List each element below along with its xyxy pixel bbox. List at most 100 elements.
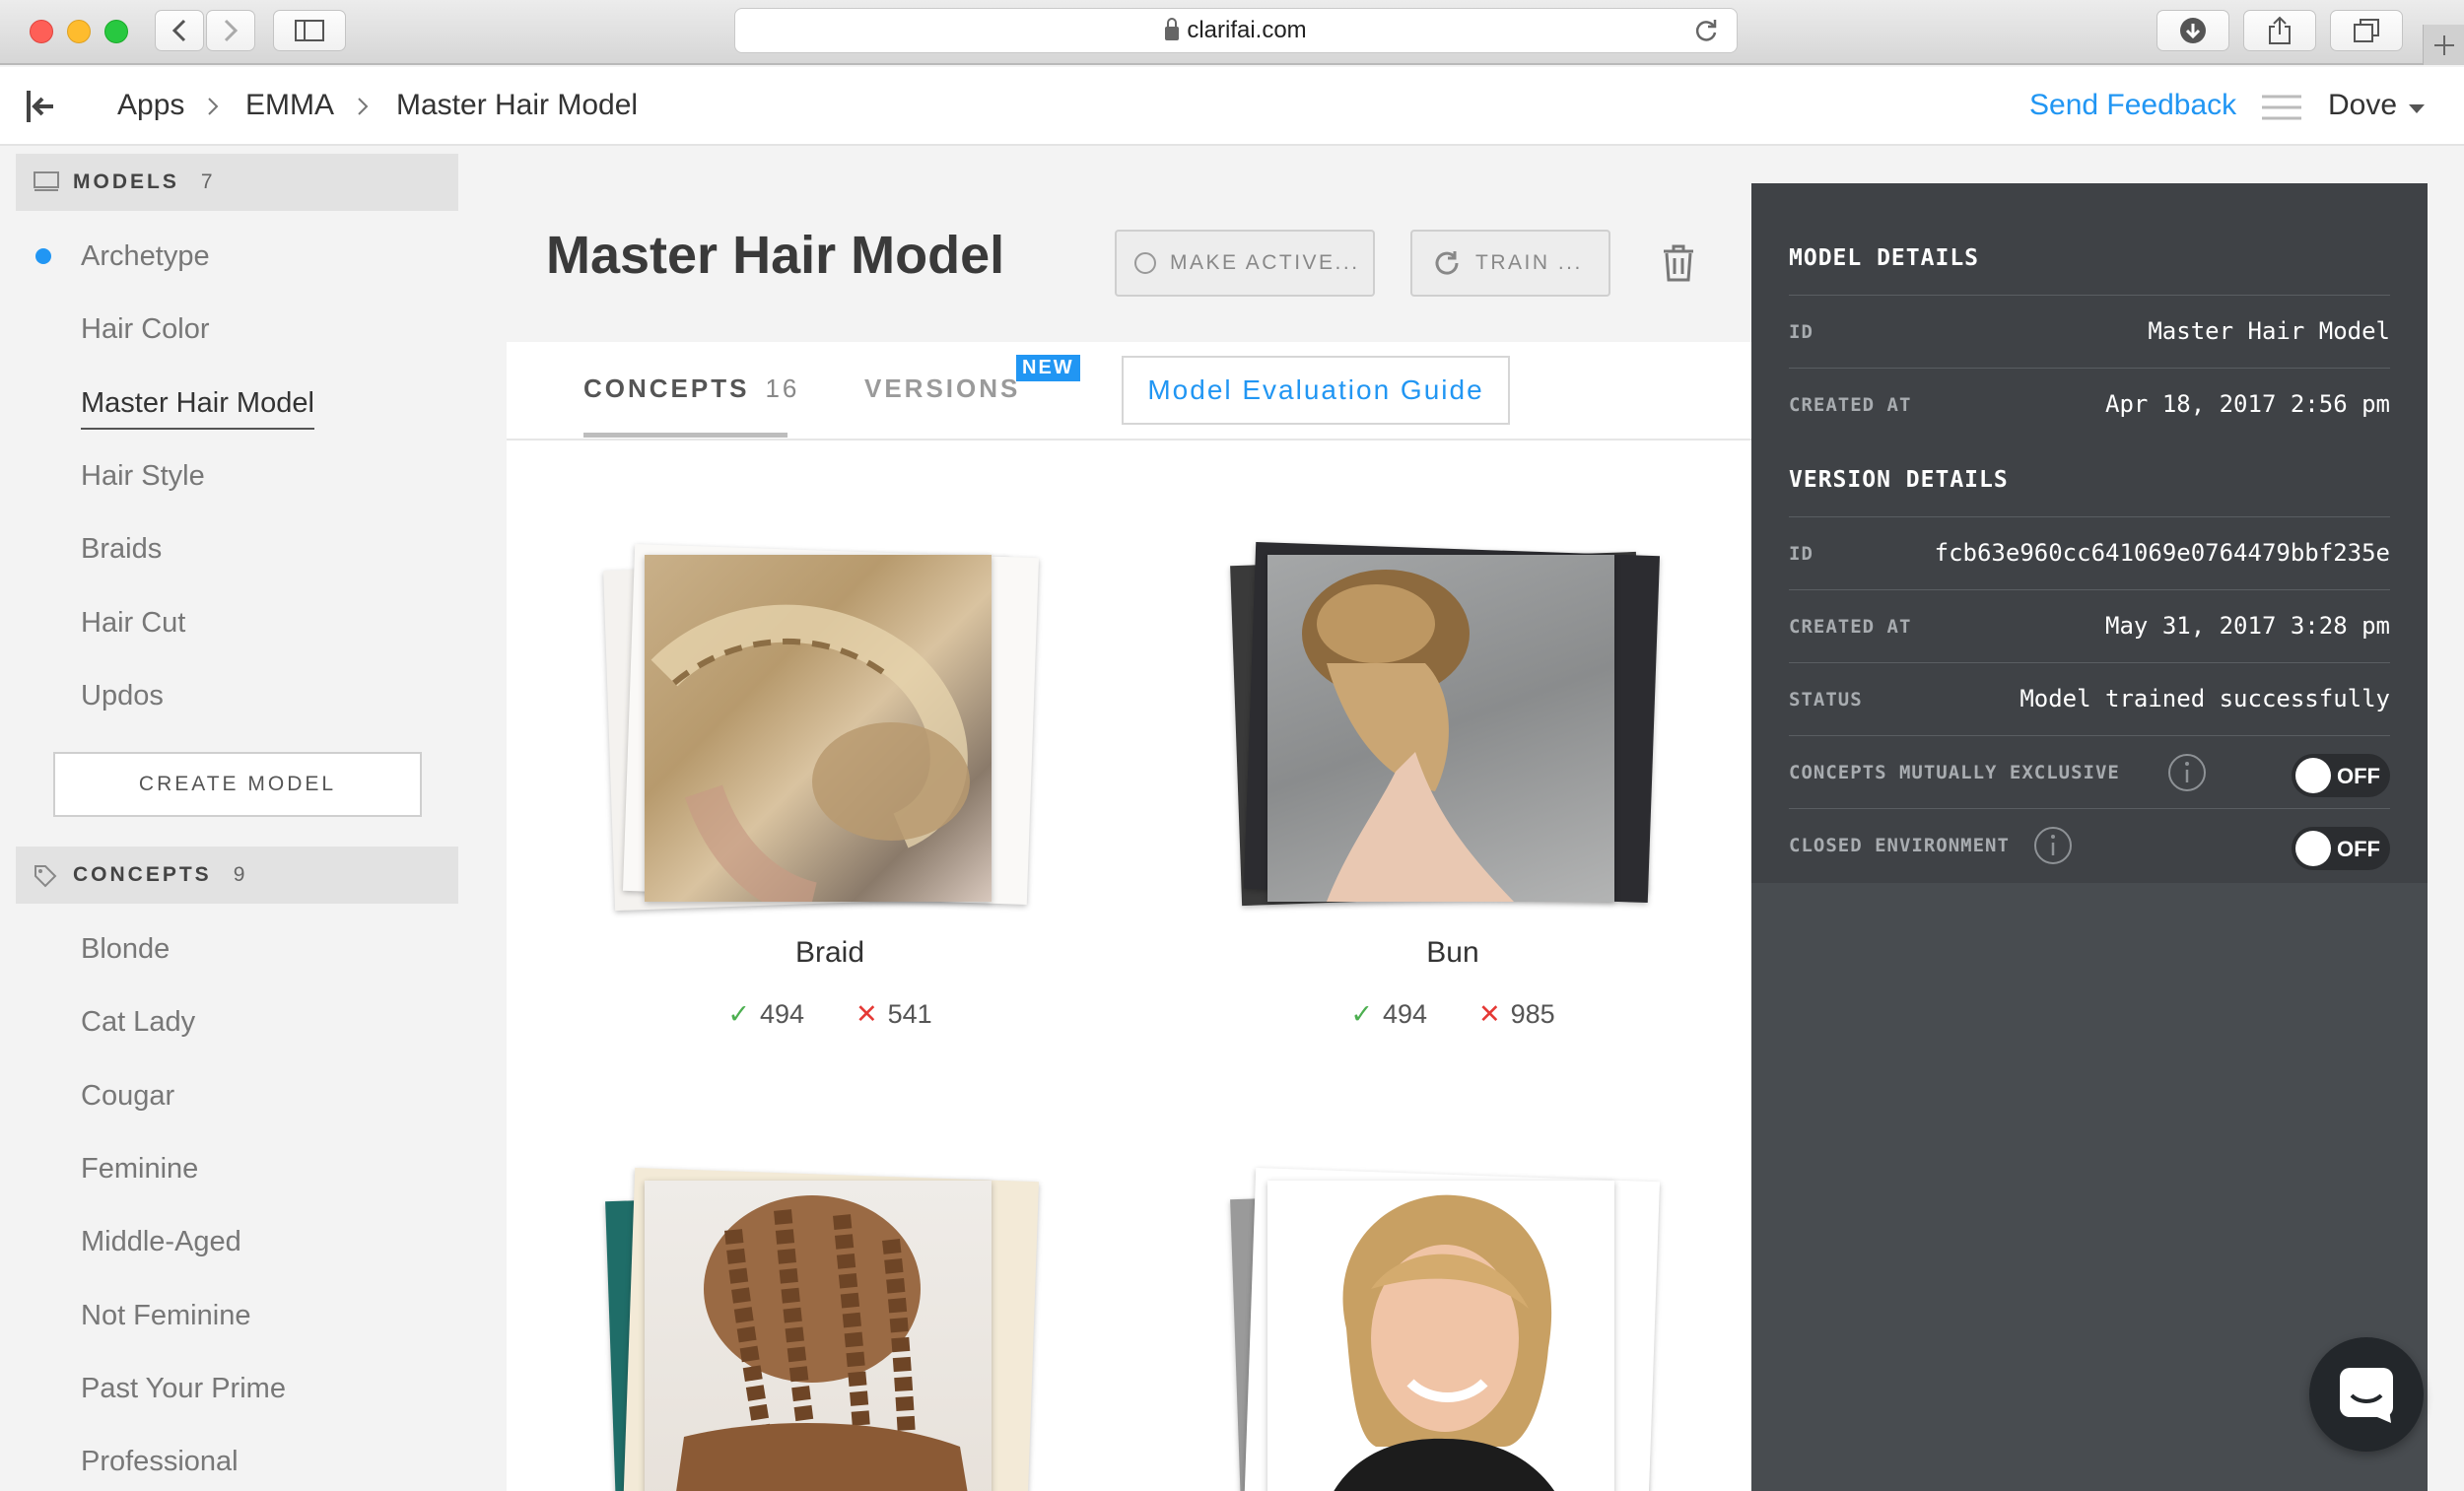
x-icon: ✕: [856, 999, 878, 1029]
version-status-value: Model trained successfully: [2019, 685, 2390, 712]
sidebar-concept-professional[interactable]: Professional: [81, 1446, 239, 1478]
active-model-indicator: [35, 248, 51, 264]
menu-icon[interactable]: [2262, 95, 2301, 120]
positive-count: ✓ 494: [1350, 999, 1427, 1030]
make-active-button[interactable]: MAKE ACTIVE...: [1115, 230, 1375, 297]
downloads-button[interactable]: [2156, 10, 2229, 51]
chat-launcher-button[interactable]: [2309, 1337, 2424, 1452]
train-button[interactable]: TRAIN ...: [1410, 230, 1610, 297]
sidebar-icon: [295, 20, 324, 41]
chevron-right-icon: [358, 98, 369, 115]
concept-image-stack-3[interactable]: [605, 1163, 1047, 1491]
send-feedback-link[interactable]: Send Feedback: [2029, 89, 2236, 122]
create-model-button[interactable]: CREATE MODEL: [53, 752, 422, 817]
sidebar-model-hair-cut[interactable]: Hair Cut: [81, 607, 185, 640]
sidebar-concept-middle-aged[interactable]: Middle-Aged: [81, 1226, 241, 1258]
bun-hair-icon: [1302, 570, 1514, 902]
version-created-row: CREATED AT May 31, 2017 3:28 pm: [1789, 589, 2390, 662]
toggle-state: OFF: [2337, 837, 2380, 861]
braid-hair-icon: [650, 604, 970, 921]
user-menu[interactable]: Dove: [2328, 89, 2397, 122]
version-details-heading: VERSION DETAILS: [1789, 467, 2009, 493]
concept-name-bun[interactable]: Bun: [1236, 936, 1670, 970]
concept-name-braid[interactable]: Braid: [613, 936, 1047, 970]
model-id-label: ID: [1789, 321, 1814, 343]
minimize-window-button[interactable]: [67, 20, 91, 43]
sidebar-model-hair-color[interactable]: Hair Color: [81, 313, 210, 346]
share-button[interactable]: [2243, 10, 2316, 51]
back-button[interactable]: [155, 10, 204, 51]
braid-image: [645, 555, 992, 921]
info-icon[interactable]: [2167, 753, 2207, 792]
sidebar-concept-not-feminine[interactable]: Not Feminine: [81, 1300, 250, 1332]
bun-image: [1267, 555, 1614, 902]
concepts-exclusive-row: CONCEPTS MUTUALLY EXCLUSIVE OFF: [1789, 735, 2390, 808]
breadcrumb-apps[interactable]: Apps: [117, 89, 184, 122]
breadcrumb-app[interactable]: EMMA: [245, 89, 334, 122]
monitor-icon: [34, 171, 59, 191]
portrait-icon: [1334, 1194, 1555, 1491]
positive-count: ✓ 494: [727, 999, 804, 1030]
tab-concepts[interactable]: CONCEPTS 16: [583, 373, 799, 404]
closed-environment-toggle[interactable]: OFF: [2292, 827, 2390, 870]
new-badge: NEW: [1016, 355, 1080, 381]
sidebar-concept-blonde[interactable]: Blonde: [81, 933, 170, 966]
forward-button[interactable]: [206, 10, 255, 51]
address-bar[interactable]: clarifai.com: [734, 8, 1738, 53]
concept-braid-image-stack[interactable]: [603, 539, 1047, 921]
collapse-sidebar-icon[interactable]: [26, 89, 57, 124]
concepts-exclusive-label: CONCEPTS MUTUALLY EXCLUSIVE: [1789, 762, 2120, 783]
toggle-knob: [2295, 831, 2331, 866]
version-created-value: May 31, 2017 3:28 pm: [2105, 612, 2390, 640]
tabs-icon: [2354, 19, 2379, 42]
url-text: clarifai.com: [1187, 17, 1307, 43]
sidebar-model-hair-style[interactable]: Hair Style: [81, 460, 205, 493]
sidebar-concept-cougar[interactable]: Cougar: [81, 1080, 174, 1113]
sidebar-model-master-hair-model[interactable]: Master Hair Model: [81, 387, 314, 430]
chevron-right-icon: [208, 98, 219, 115]
trash-icon[interactable]: [1662, 243, 1695, 283]
chevron-left-icon: [171, 19, 186, 42]
sidebar-concept-past-your-prime[interactable]: Past Your Prime: [81, 1373, 286, 1405]
version-created-label: CREATED AT: [1789, 616, 1912, 638]
sidebar-model-updos[interactable]: Updos: [81, 680, 164, 712]
share-icon: [2269, 16, 2291, 44]
download-icon: [2180, 18, 2206, 43]
version-id-label: ID: [1789, 543, 1814, 565]
cornrow-braids-image: [645, 1181, 992, 1491]
tab-versions[interactable]: VERSIONS: [864, 373, 1020, 404]
concepts-content: CONCEPTS 16 VERSIONS NEW Model Evaluation…: [507, 342, 1751, 1491]
train-label: TRAIN ...: [1475, 251, 1583, 274]
models-section-header: MODELS 7: [16, 154, 458, 211]
model-id-row: ID Master Hair Model: [1789, 295, 2390, 368]
info-icon[interactable]: [2033, 826, 2073, 865]
maximize-window-button[interactable]: [104, 20, 128, 43]
sidebar-model-braids[interactable]: Braids: [81, 533, 162, 566]
concepts-label: CONCEPTS: [73, 863, 212, 886]
sidebar-concept-cat-lady[interactable]: Cat Lady: [81, 1006, 195, 1039]
reload-icon[interactable]: [1693, 17, 1719, 44]
make-active-label: MAKE ACTIVE...: [1170, 251, 1360, 274]
version-status-row: STATUS Model trained successfully: [1789, 662, 2390, 735]
concepts-count: 9: [233, 863, 245, 886]
negative-value: 541: [887, 999, 932, 1029]
caret-down-icon[interactable]: [2409, 104, 2425, 113]
tabs-overview-button[interactable]: [2330, 10, 2403, 51]
concept-image-stack-4[interactable]: [1230, 1163, 1670, 1491]
model-evaluation-guide-button[interactable]: Model Evaluation Guide: [1122, 356, 1510, 425]
closed-environment-row: CLOSED ENVIRONMENT OFF: [1789, 808, 2390, 881]
new-tab-button[interactable]: [2423, 25, 2464, 65]
sidebar-concept-feminine[interactable]: Feminine: [81, 1153, 198, 1186]
sidebar-model-archetype[interactable]: Archetype: [81, 240, 210, 273]
chat-icon: [2340, 1368, 2393, 1423]
sidebar-toggle-button[interactable]: [273, 10, 346, 51]
tag-icon: [34, 865, 57, 888]
breadcrumb-model: Master Hair Model: [396, 89, 639, 121]
concepts-exclusive-toggle[interactable]: OFF: [2292, 754, 2390, 797]
concept-stats-braid: ✓ 494 ✕ 541: [613, 999, 1047, 1030]
close-window-button[interactable]: [30, 20, 53, 43]
concepts-section-header: CONCEPTS 9: [16, 847, 458, 904]
concept-bun-image-stack[interactable]: [1230, 539, 1670, 914]
version-status-label: STATUS: [1789, 689, 1863, 711]
cornrow-hair-icon: [676, 1195, 968, 1491]
